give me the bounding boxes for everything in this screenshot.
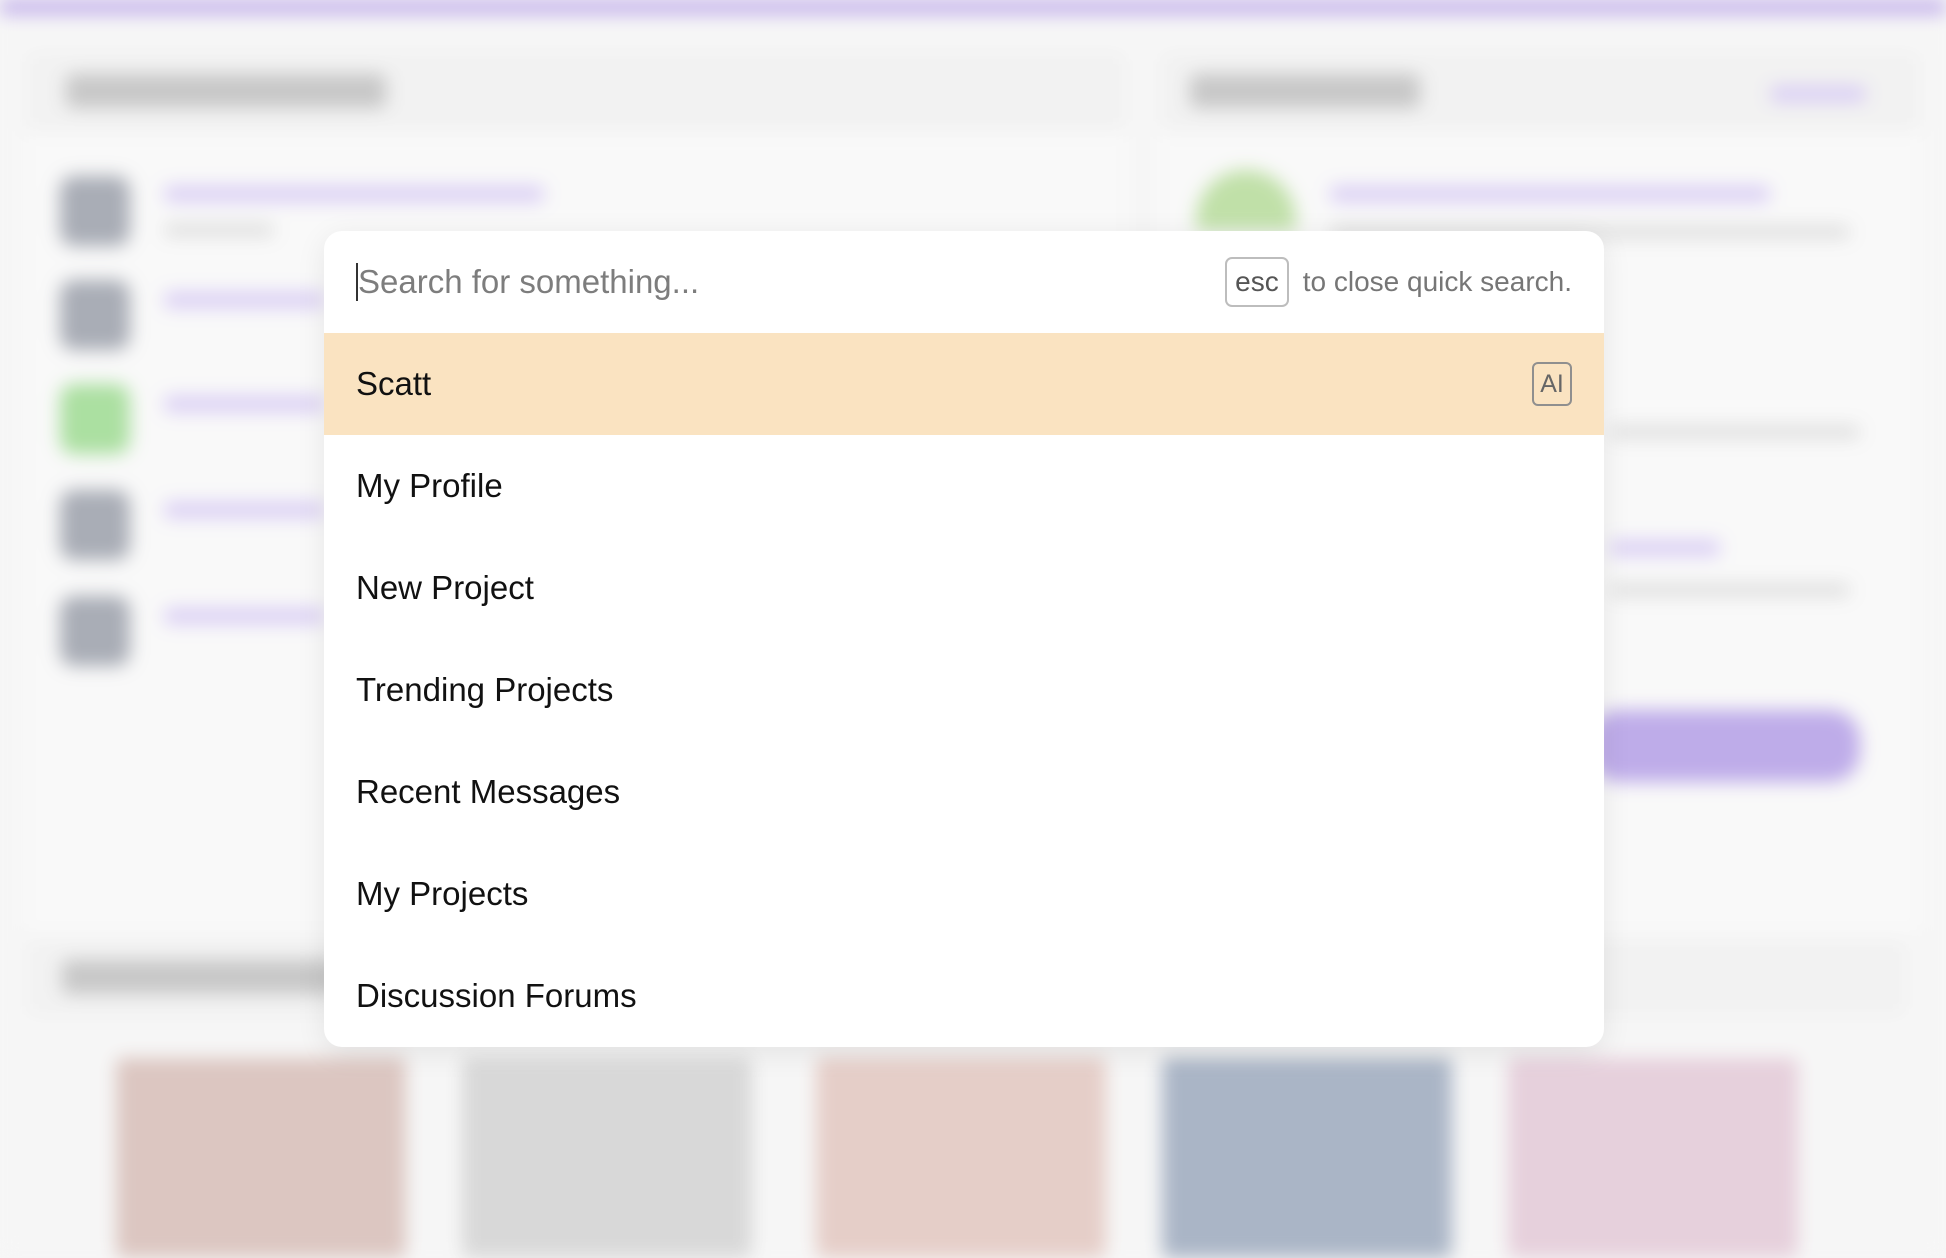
result-item-scatt[interactable]: Scatt AI (324, 333, 1604, 435)
result-label: My Projects (356, 875, 529, 912)
result-item-my-profile[interactable]: My Profile (324, 435, 1604, 537)
esc-key[interactable]: esc (1225, 257, 1289, 307)
result-label: New Project (356, 569, 534, 606)
result-label: Discussion Forums (356, 977, 637, 1014)
search-input[interactable] (356, 263, 1226, 301)
result-item-new-project[interactable]: New Project (324, 537, 1604, 639)
result-label: Trending Projects (356, 671, 614, 708)
ai-badge: AI (1532, 362, 1572, 406)
result-item-trending-projects[interactable]: Trending Projects (324, 639, 1604, 741)
esc-hint: esc to close quick search. (1225, 257, 1572, 307)
result-item-recent-messages[interactable]: Recent Messages (324, 741, 1604, 843)
quick-search-modal: esc to close quick search. Scatt AI My P… (324, 231, 1604, 1047)
result-label: Scatt (356, 365, 432, 402)
result-item-discussion-forums[interactable]: Discussion Forums (324, 945, 1604, 1047)
result-item-my-projects[interactable]: My Projects (324, 843, 1604, 945)
results-list: Scatt AI My Profile New Project Trending… (324, 333, 1604, 1047)
result-label: My Profile (356, 467, 503, 504)
result-label: Recent Messages (356, 773, 621, 810)
esc-hint-text: to close quick search. (1302, 266, 1572, 297)
search-bar: esc to close quick search. (324, 231, 1604, 333)
